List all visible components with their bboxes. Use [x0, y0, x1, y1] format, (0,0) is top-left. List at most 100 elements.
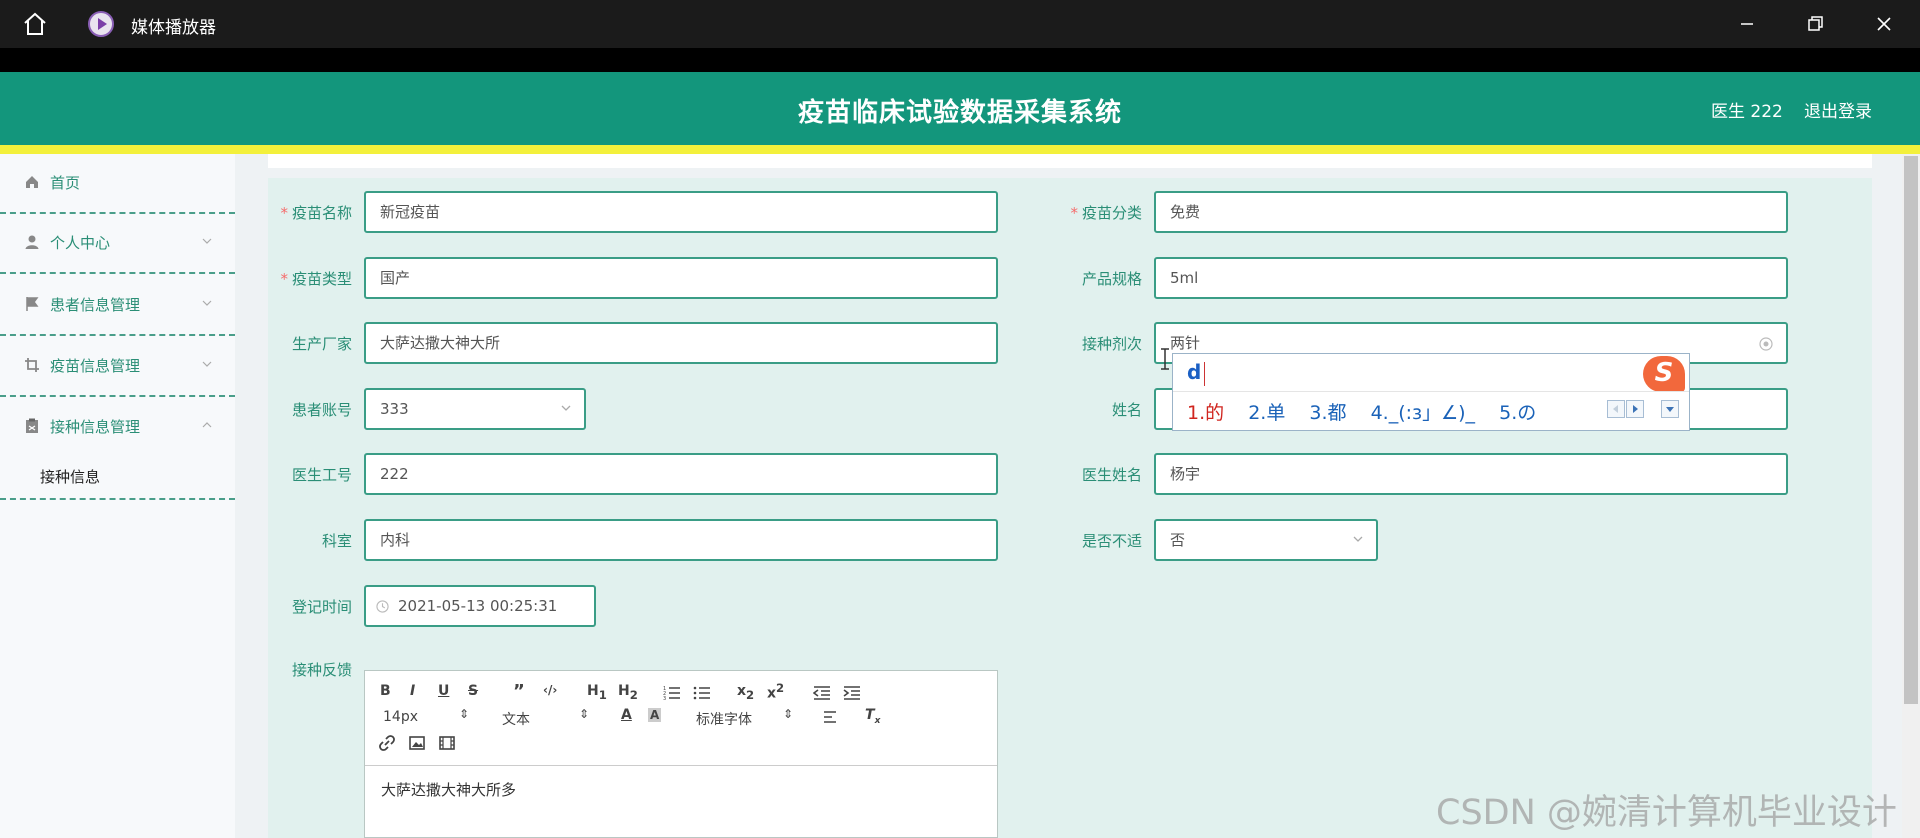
name-label: 姓名: [1111, 401, 1142, 419]
vaccine-type-input[interactable]: 国产: [364, 257, 998, 299]
page-title: 疫苗临床试验数据采集系统: [797, 98, 1122, 128]
subscript-icon[interactable]: x2: [737, 683, 754, 702]
card-top-strip: [268, 154, 1872, 168]
heading1-icon[interactable]: H1: [587, 683, 607, 702]
bold-icon[interactable]: B: [380, 683, 391, 699]
patient-account-label: 患者账号: [291, 401, 352, 419]
ime-candidates: 1.的 2.单 3.都 4._(:з」∠)_ 5.の: [1187, 398, 1536, 425]
close-icon[interactable]: [1870, 10, 1898, 38]
dose-count-value: 两针: [1170, 334, 1201, 352]
font-size-select[interactable]: 14px: [383, 709, 418, 725]
doctor-name-label: 医生姓名: [1081, 466, 1142, 484]
chevron-down-icon: [1353, 536, 1363, 542]
font-color-icon[interactable]: A: [621, 707, 632, 723]
vaccine-category-label: * 疫苗分类: [1070, 204, 1142, 222]
department-label: 科室: [321, 532, 352, 550]
vaccine-type-label: * 疫苗类型: [280, 270, 352, 288]
ime-next-icon[interactable]: [1626, 400, 1644, 418]
discomfort-select[interactable]: 否: [1154, 519, 1378, 561]
doctor-name-input[interactable]: 杨宇: [1154, 453, 1788, 495]
ime-candidate[interactable]: 2.单: [1248, 402, 1285, 424]
ime-candidate[interactable]: 5.の: [1499, 402, 1536, 424]
page-scrollbar[interactable]: [1902, 154, 1920, 838]
sidebar-item-profile[interactable]: 个人中心: [0, 214, 235, 274]
home-icon[interactable]: [22, 12, 48, 36]
patient-account-value: 333: [380, 400, 409, 418]
clock-icon: [376, 600, 389, 613]
ime-candidate[interactable]: 1.的: [1187, 402, 1224, 424]
current-user: 医生 222: [1711, 102, 1783, 122]
vaccine-name-input[interactable]: 新冠疫苗: [364, 191, 998, 233]
product-spec-label: 产品规格: [1081, 270, 1142, 288]
sogou-logo-icon: S: [1643, 356, 1685, 392]
sidebar-item-patients[interactable]: 患者信息管理: [0, 276, 235, 336]
underline-icon[interactable]: U: [438, 683, 449, 699]
home-icon: [26, 176, 38, 188]
clipboard-icon: [26, 418, 38, 433]
link-icon[interactable]: [379, 735, 395, 751]
dose-count-label: 接种剂次: [1081, 335, 1142, 353]
sidebar-item-vaccination[interactable]: 接种信息管理 接种信息: [0, 398, 235, 500]
ime-candidate-popup: d S 1.的 2.单 3.都 4._(:з」∠)_ 5.の: [1172, 353, 1690, 431]
minimize-icon[interactable]: [1733, 10, 1761, 38]
blockquote-icon[interactable]: ”: [513, 681, 525, 702]
superscript-icon[interactable]: x2: [767, 681, 784, 702]
chevron-down-icon: [202, 300, 212, 306]
department-input[interactable]: 内科: [364, 519, 998, 561]
patient-account-select[interactable]: 333: [364, 388, 586, 430]
discomfort-label: 是否不适: [1081, 532, 1142, 550]
logout-link[interactable]: 退出登录: [1804, 97, 1872, 122]
text-style-select[interactable]: 文本: [502, 709, 530, 729]
sidebar-item-label: 患者信息管理: [50, 296, 141, 314]
ime-candidate[interactable]: 4._(:з」∠)_: [1371, 402, 1476, 424]
clear-format-icon[interactable]: Tx: [865, 707, 880, 726]
ordered-list-icon[interactable]: 123: [663, 685, 681, 701]
italic-icon[interactable]: I: [410, 683, 415, 699]
app-header: 疫苗临床试验数据采集系统 医生 222 退出登录: [0, 72, 1920, 145]
sidebar-item-home[interactable]: 首页: [0, 154, 235, 214]
align-icon[interactable]: [822, 710, 838, 724]
vaccine-category-input[interactable]: 免费: [1154, 191, 1788, 233]
sidebar-subitem-vaccination-info[interactable]: 接种信息: [40, 466, 100, 487]
chevron-updown-icon: ⇕: [579, 707, 590, 721]
ime-menu-icon[interactable]: [1661, 400, 1679, 418]
video-icon[interactable]: [439, 736, 455, 750]
feedback-rich-editor[interactable]: B I U S ” ‹/› H1 H2 123 x2 x2 14px ⇕ 文本 …: [364, 670, 998, 838]
manufacturer-label: 生产厂家: [291, 335, 352, 353]
strikethrough-icon[interactable]: S: [468, 683, 478, 699]
ime-candidate[interactable]: 3.都: [1309, 402, 1346, 424]
outdent-icon[interactable]: [813, 685, 831, 701]
window-title: 媒体播放器: [131, 18, 216, 38]
doctor-id-input[interactable]: 222: [364, 453, 998, 495]
image-icon[interactable]: [409, 736, 425, 750]
chevron-down-icon: [561, 405, 571, 411]
crop-icon: [25, 358, 39, 372]
register-time-picker[interactable]: 2021-05-13 00:25:31: [364, 585, 596, 627]
bullet-list-icon[interactable]: [693, 685, 711, 701]
ime-prev-icon[interactable]: [1607, 400, 1625, 418]
sidebar-item-vaccines[interactable]: 疫苗信息管理: [0, 337, 235, 397]
vaccine-name-label: * 疫苗名称: [280, 204, 352, 222]
heading2-icon[interactable]: H2: [618, 683, 638, 702]
restore-icon[interactable]: [1801, 10, 1829, 38]
font-family-select[interactable]: 标准字体: [696, 709, 752, 729]
ime-caret: [1204, 362, 1205, 386]
window-titlebar: 媒体播放器: [0, 0, 1920, 48]
user-icon: [25, 235, 39, 249]
sidebar-item-label: 接种信息管理: [50, 418, 141, 436]
indent-icon[interactable]: [843, 685, 861, 701]
sidebar-item-label: 疫苗信息管理: [50, 357, 141, 375]
background-color-icon[interactable]: A: [648, 708, 662, 722]
clear-icon[interactable]: [1758, 336, 1774, 352]
scrollbar-thumb[interactable]: [1904, 156, 1918, 704]
chevron-updown-icon: ⇕: [459, 707, 470, 721]
code-icon[interactable]: ‹/›: [543, 683, 557, 697]
watermark: CSDN @婉清计算机毕业设计: [1436, 793, 1897, 833]
doctor-id-label: 医生工号: [291, 466, 352, 484]
chevron-up-icon: [202, 422, 212, 428]
text-cursor-icon: [1161, 348, 1169, 370]
discomfort-value: 否: [1170, 531, 1186, 549]
manufacturer-input[interactable]: 大萨达撒大神大所: [364, 322, 998, 364]
product-spec-input[interactable]: 5ml: [1154, 257, 1788, 299]
feedback-text[interactable]: 大萨达撒大神大所多: [381, 779, 516, 800]
